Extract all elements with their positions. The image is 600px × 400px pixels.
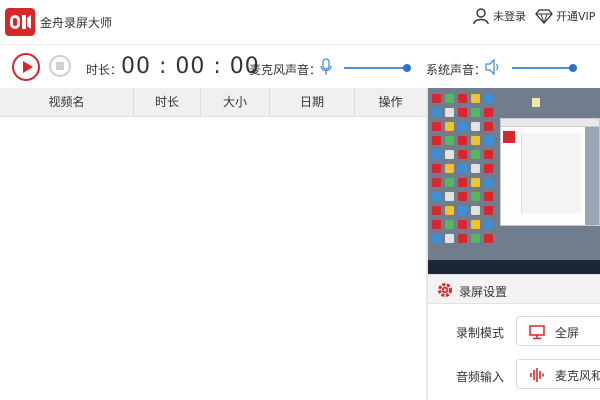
- record-mode-value: 全屏: [555, 326, 580, 340]
- duration-label: 时长：: [86, 63, 123, 77]
- audio-input-label: 音频输入: [456, 370, 505, 384]
- mic-volume-label: 麦克风声音：: [249, 63, 322, 77]
- title-bar: 金舟录屏大师 未登录 开通VIP: [0, 0, 600, 44]
- column-duration[interactable]: 时长: [134, 88, 201, 117]
- system-volume-knob[interactable]: [569, 64, 577, 72]
- video-list: [0, 117, 426, 400]
- column-actions[interactable]: 操作: [355, 88, 426, 117]
- audio-input-value: 麦克风和: [555, 369, 600, 383]
- system-volume-label: 系统声音：: [426, 63, 487, 77]
- column-size[interactable]: 大小: [201, 88, 270, 117]
- control-bar: 时长： 00 : 00 : 00 麦克风声音： 系统声音：: [0, 44, 600, 88]
- gear-icon: [438, 283, 452, 297]
- diamond-icon: [535, 9, 553, 24]
- microphone-icon[interactable]: [319, 58, 333, 76]
- app-logo: [5, 8, 35, 36]
- audio-input-select[interactable]: 麦克风和: [516, 359, 600, 389]
- record-mode-label: 录制模式: [456, 326, 505, 340]
- mic-volume-slider[interactable]: [344, 64, 411, 72]
- stop-record-button[interactable]: [49, 55, 71, 77]
- system-volume-slider[interactable]: [512, 64, 577, 72]
- column-date[interactable]: 日期: [270, 88, 355, 117]
- user-icon: [473, 8, 489, 25]
- video-table-header: 视频名 时长 大小 日期 操作: [0, 88, 426, 117]
- column-video-name[interactable]: 视频名: [0, 88, 134, 117]
- vip-button[interactable]: 开通VIP: [535, 6, 595, 26]
- mic-volume-knob[interactable]: [403, 64, 411, 72]
- vip-label: 开通VIP: [556, 10, 596, 23]
- settings-title: 录屏设置: [459, 285, 508, 299]
- preview-window: [500, 118, 600, 226]
- app-title: 金舟录屏大师: [40, 16, 113, 30]
- duration-value: 00 : 00 : 00: [121, 54, 260, 79]
- settings-header: 录屏设置: [428, 274, 600, 304]
- settings-panel: 录制模式 全屏 音频输入 麦克风和: [428, 304, 600, 400]
- login-label: 未登录: [493, 10, 526, 23]
- sound-wave-icon: [530, 368, 544, 382]
- record-mode-select[interactable]: 全屏: [516, 316, 600, 346]
- monitor-icon: [529, 325, 545, 340]
- preview-taskbar: [428, 260, 600, 274]
- logo-icon: [10, 15, 31, 29]
- login-button[interactable]: 未登录: [472, 6, 526, 26]
- screen-preview: [428, 88, 600, 274]
- speaker-icon[interactable]: [484, 58, 502, 76]
- start-record-button[interactable]: [12, 53, 40, 81]
